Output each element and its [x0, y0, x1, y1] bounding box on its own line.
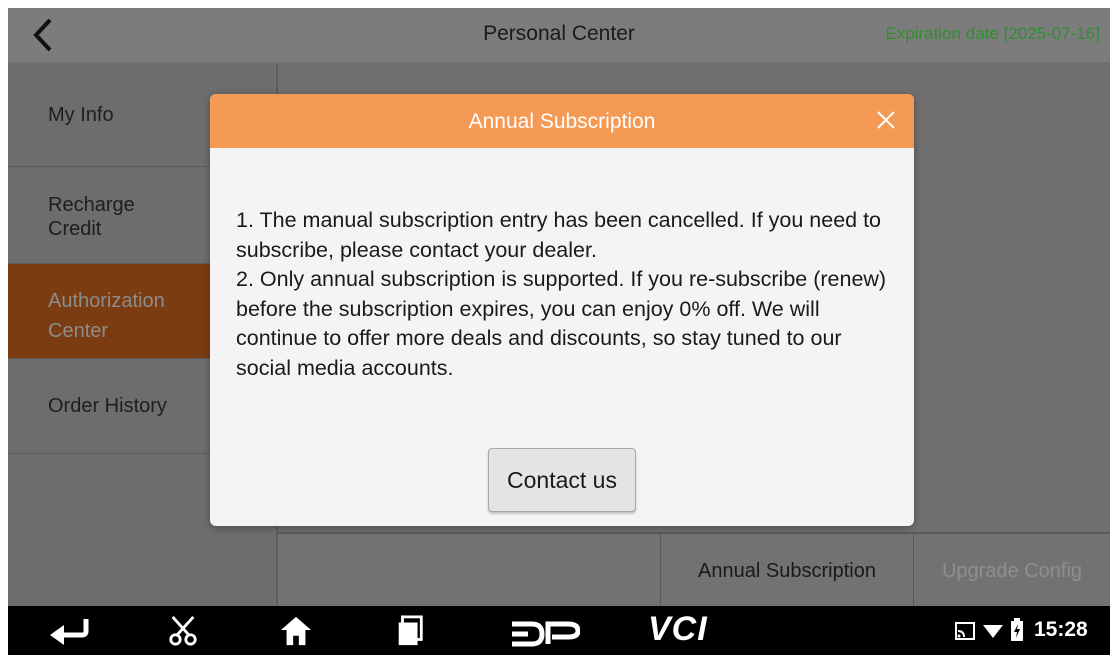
dp-logo-icon[interactable] [510, 618, 580, 650]
close-icon [877, 111, 895, 129]
home-icon[interactable] [278, 615, 314, 647]
scissors-icon[interactable] [166, 615, 200, 647]
bottom-tabs: Annual Subscription Upgrade Config [278, 532, 1110, 608]
tab-upgrade-config[interactable]: Upgrade Config [914, 534, 1110, 608]
sidebar-item-label: Order History [48, 395, 167, 417]
tab-annual-subscription[interactable]: Annual Subscription [660, 534, 914, 608]
system-nav-bar: VCI 15:28 [8, 606, 1110, 655]
cast-icon [955, 622, 975, 640]
wifi-icon [983, 625, 1003, 638]
vci-icon[interactable]: VCI [648, 610, 708, 648]
sidebar-item-label: Authorization Center [48, 290, 165, 342]
screen: Personal Center Expiration date [2025-07… [8, 8, 1110, 655]
dialog-header: Annual Subscription [210, 94, 914, 148]
close-button[interactable] [872, 106, 900, 134]
clock: 15:28 [1034, 618, 1088, 641]
subscription-dialog: Annual Subscription 1. The manual subscr… [210, 94, 914, 526]
contact-us-button[interactable]: Contact us [488, 448, 636, 512]
sidebar-item-label: Recharge Credit [48, 194, 135, 240]
battery-icon [1011, 618, 1023, 641]
sidebar-item-label: My Info [48, 104, 114, 126]
back-arrow-icon[interactable] [46, 615, 92, 647]
header-bar: Personal Center Expiration date [2025-07… [8, 8, 1110, 62]
dialog-message: 1. The manual subscription entry has bee… [236, 208, 887, 380]
expiration-date: Expiration date [2025-07-16] [885, 24, 1100, 43]
recent-apps-icon[interactable] [394, 615, 426, 647]
dialog-title: Annual Subscription [468, 110, 656, 133]
